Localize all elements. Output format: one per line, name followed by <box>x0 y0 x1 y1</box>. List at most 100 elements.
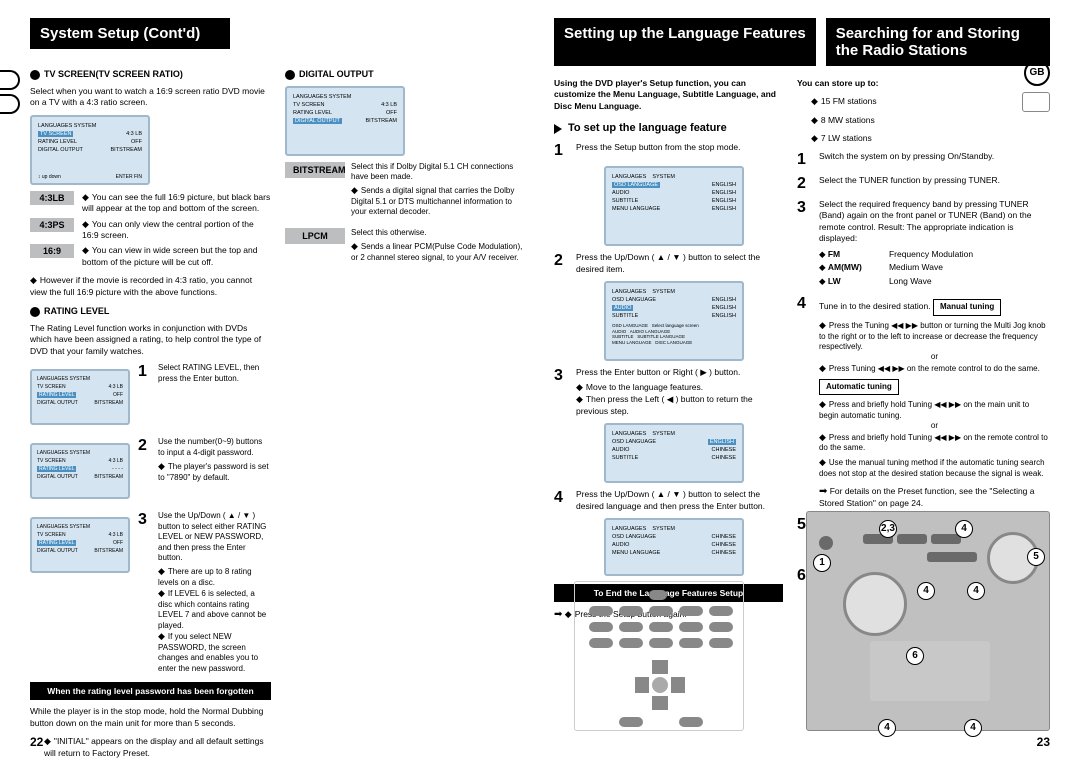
rating-step-2-num: 2 <box>138 437 158 455</box>
lang-step-1: 1 Press the Setup button from the stop m… <box>554 142 783 160</box>
rating-step-3-sub1: If LEVEL 6 is selected, a disc which con… <box>158 589 266 629</box>
lpcm-text-1: Select this otherwise. <box>351 228 526 238</box>
rating-step-1-text: Select RATING LEVEL, then press the Ente… <box>158 363 271 384</box>
rating-step-3-num: 3 <box>138 511 158 529</box>
r2-a: TV SCREEN <box>37 458 66 464</box>
r3-d: OFF <box>113 540 123 546</box>
section-rating-level: RATING LEVEL <box>30 306 271 317</box>
rating-screenshot-3: LANGUAGES SYSTEM TV SCREEN4:3 LB RATING … <box>30 517 130 573</box>
manual-tuning-label: Manual tuning <box>933 299 1001 316</box>
rating-step-2-text: Use the number(0~9) buttons to input a 4… <box>158 437 262 456</box>
r1-c: RATING LEVEL <box>37 392 76 398</box>
section-tv-screen: TV SCREEN(TV SCREEN RATIO) <box>30 69 271 80</box>
store-item-1: ◆8 MW stations <box>811 114 1050 126</box>
tv-screen-desc: Select when you want to watch a 16:9 scr… <box>30 86 271 109</box>
store-up-text: You can store up to: <box>797 78 1050 89</box>
menu-foot2: ENTER FIN <box>116 174 142 180</box>
lang-step-3-text: Press the Enter button or Right ( ▶ ) bu… <box>576 367 740 377</box>
menu-r3a: DIGITAL OUTPUT <box>38 147 83 153</box>
r2-tabs: LANGUAGES SYSTEM <box>37 450 123 456</box>
multi-jog-knob <box>843 572 907 636</box>
leg-osd-d: Select language screen <box>652 323 699 328</box>
leg-sub-d: SUBTITLE LANGUAGE <box>637 334 685 339</box>
lang-step-4: 4 Press the Up/Down ( ▲ / ▼ ) button to … <box>554 489 783 512</box>
forgotten-password-note: ◆"INITIAL" appears on the display and al… <box>44 735 271 759</box>
r1-a: TV SCREEN <box>37 384 66 390</box>
forgotten-password-title: When the rating level password has been … <box>30 682 271 700</box>
lang-step-2-num: 2 <box>554 252 576 270</box>
preset-note: For details on the Preset function, see … <box>819 486 1035 509</box>
r1-e: DIGITAL OUTPUT <box>37 400 78 406</box>
page-number-22: 22 <box>30 735 43 749</box>
r3-f: BITSTREAM <box>94 548 123 554</box>
heading-system-setup: System Setup (Cont'd) <box>30 18 230 49</box>
radio-step-3: 3 Select the required frequency band by … <box>797 199 1050 289</box>
language-screenshot-3: LANGUAGES SYSTEM OSD LANGUAGEENGLISH AUD… <box>604 423 744 483</box>
store-item-0: ◆15 FM stations <box>811 95 1050 107</box>
r1-d: OFF <box>113 392 123 398</box>
lang-step-1-num: 1 <box>554 142 576 160</box>
rating-step-2-sub: The player's password is set to "7890" b… <box>158 462 269 482</box>
section-digital-output: DIGITAL OUTPUT <box>285 69 526 80</box>
r2-e: DIGITAL OUTPUT <box>37 474 78 480</box>
do-d: OFF <box>386 110 397 116</box>
leg-osd: OSD LANGUAGE <box>612 323 648 328</box>
panel-btn-2 <box>897 534 927 544</box>
lang-step-2: 2 Press the Up/Down ( ▲ / ▼ ) button to … <box>554 252 783 275</box>
si1: 8 MW stations <box>821 115 875 125</box>
rs4-n: 4 <box>797 295 819 313</box>
rating-step-3-text: Use the Up/Down ( ▲ / ▼ ) button to sele… <box>158 511 266 562</box>
rating-screenshot-1: LANGUAGES SYSTEM TV SCREEN4:3 LB RATING … <box>30 369 130 425</box>
do-b: 4:3 LB <box>381 102 397 108</box>
sub-to-set-up-language: To set up the language feature <box>554 122 783 134</box>
lang-step-3-s1: Then press the Left ( ◀ ) button to retu… <box>576 394 753 415</box>
rating-screenshot-2: LANGUAGES SYSTEM TV SCREEN4:3 LB RATING … <box>30 443 130 499</box>
fk2: LW <box>828 276 841 286</box>
digital-head-text: DIGITAL OUTPUT <box>299 69 374 79</box>
leg-menu: MENU LANGUAGE <box>612 340 652 345</box>
rating-step-3-sub2: If you select NEW PASSWORD, the screen c… <box>158 632 258 672</box>
fv0: Frequency Modulation <box>889 249 973 260</box>
r1-tabs: LANGUAGES SYSTEM <box>37 376 123 382</box>
si0: 15 FM stations <box>821 96 877 106</box>
rating-step-1: LANGUAGES SYSTEM TV SCREEN4:3 LB RATING … <box>30 363 271 431</box>
ratio-169: 16:9 ◆You can view in wide screen but th… <box>30 244 271 268</box>
col-tv-screen-rating: TV SCREEN(TV SCREEN RATIO) Select when y… <box>30 61 271 765</box>
menu-tabs: LANGUAGES SYSTEM <box>38 123 142 129</box>
lpcm-text-2: Sends a linear PCM(Pulse Code Modulation… <box>351 242 522 262</box>
si2: 7 LW stations <box>821 133 872 143</box>
page-22: System Setup (Cont'd) TV SCREEN(TV SCREE… <box>0 0 540 763</box>
ratio-43ps-text: You can only view the central portion of… <box>82 219 254 240</box>
rating-step-3-sub0: There are up to 8 rating levels on a dis… <box>158 567 252 587</box>
rating-step-3: LANGUAGES SYSTEM TV SCREEN4:3 LB RATING … <box>30 511 271 674</box>
preset-note-row: ➡ For details on the Preset function, se… <box>819 485 1050 510</box>
do-tabs: LANGUAGES SYSTEM <box>293 94 397 100</box>
sub-title-text: To set up the language feature <box>568 122 727 134</box>
remote-control-diagram <box>574 581 744 731</box>
automatic-tuning-label: Automatic tuning <box>819 379 899 396</box>
radio-step-2: 2 Select the TUNER function by pressing … <box>797 175 1050 193</box>
lang-step-3: 3 Press the Enter button or Right ( ▶ ) … <box>554 367 783 417</box>
auto-text-1: Press and briefly hold Tuning ◀◀ ▶▶ on t… <box>819 400 1029 420</box>
ratio-43lb: 4:3LB ◆You can see the full 16:9 picture… <box>30 191 271 215</box>
r2-f: BITSTREAM <box>94 474 123 480</box>
radio-step-4: 4 Tune in to the desired station. Manual… <box>797 295 1050 479</box>
rs4-t: Tune in to the desired station. <box>819 301 931 311</box>
ratio-43ps: 4:3PS ◆You can only view the central por… <box>30 218 271 242</box>
ratio-43lb-text: You can see the full 16:9 picture, but b… <box>82 192 270 213</box>
menu-foot1: ↕ up down <box>38 174 61 180</box>
lang-step-4-text: Press the Up/Down ( ▲ / ▼ ) button to se… <box>576 489 783 512</box>
menu-r2a: RATING LEVEL <box>38 139 77 145</box>
fv2: Long Wave <box>889 276 932 287</box>
forgotten-password-text: While the player is in the stop mode, ho… <box>30 706 271 729</box>
r3-a: TV SCREEN <box>37 532 66 538</box>
fv1: Medium Wave <box>889 262 943 273</box>
menu-r1b: 4:3 LB <box>126 131 142 137</box>
bitstream-text-2: Sends a digital signal that carries the … <box>351 186 514 216</box>
r2-b: 4:3 LB <box>109 458 123 464</box>
rs1-n: 1 <box>797 151 819 169</box>
r1-f: BITSTREAM <box>94 400 123 406</box>
store-item-2: ◆7 LW stations <box>811 132 1050 144</box>
rating-desc: The Rating Level function works in conju… <box>30 323 271 357</box>
leg-menu-d: DISC LANGUAGE <box>655 340 692 345</box>
